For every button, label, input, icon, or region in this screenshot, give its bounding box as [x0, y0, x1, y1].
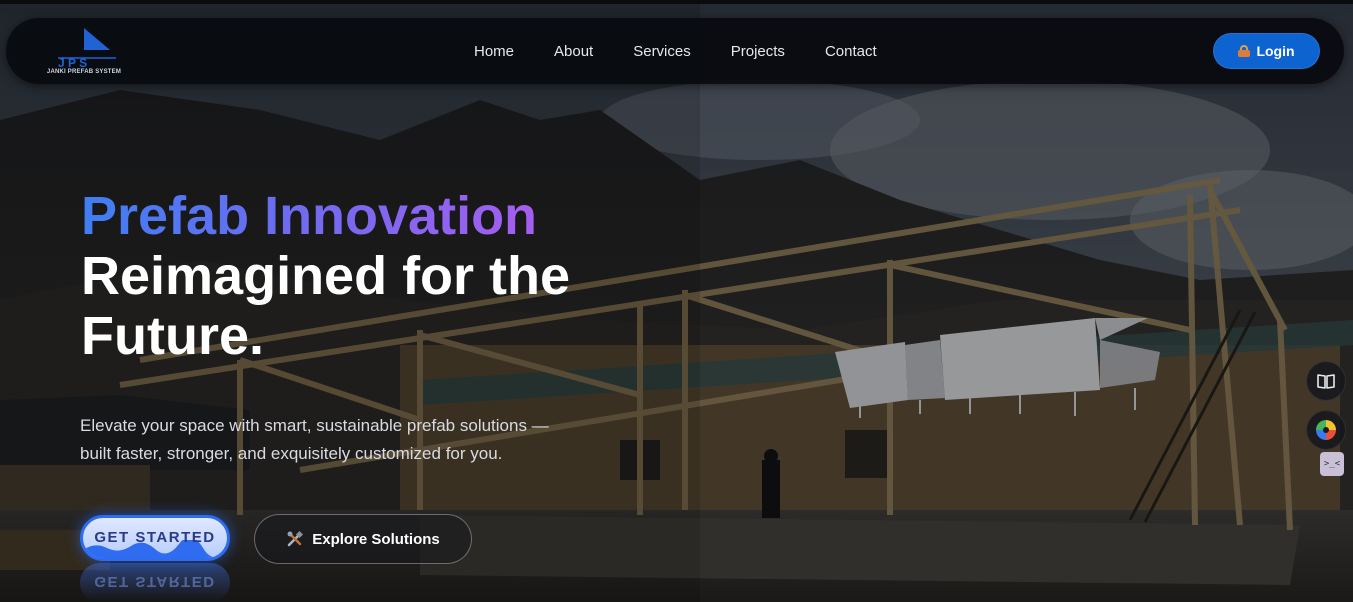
nav-services[interactable]: Services: [613, 43, 711, 60]
subtitle-line-2: built faster, stronger, and exquisitely …: [80, 444, 503, 463]
login-button[interactable]: Login: [1213, 33, 1320, 69]
headline-gradient-text: Prefab Innovation: [81, 186, 538, 246]
tools-icon: [287, 530, 304, 547]
explore-solutions-button[interactable]: Explore Solutions: [254, 514, 472, 564]
hero-subtitle: Elevate your space with smart, sustainab…: [80, 412, 600, 468]
book-icon: [1317, 374, 1335, 389]
headline-text: Reimagined for the Future.: [81, 246, 571, 366]
explore-solutions-label: Explore Solutions: [312, 530, 440, 548]
nav-projects[interactable]: Projects: [711, 43, 805, 60]
reflection-label: GET STARTED: [94, 573, 216, 590]
get-started-button[interactable]: GET STARTED: [80, 515, 230, 561]
get-started-label: GET STARTED: [94, 529, 216, 546]
logo-letters: J P S: [58, 56, 87, 68]
subtitle-line-1: Elevate your space with smart, sustainab…: [80, 416, 549, 435]
feedback-widget[interactable]: >_<: [1320, 452, 1344, 476]
nav-contact[interactable]: Contact: [805, 43, 897, 60]
book-button[interactable]: [1306, 361, 1346, 401]
top-edge: [0, 0, 1353, 4]
login-label: Login: [1256, 43, 1295, 59]
feedback-label: >_<: [1323, 459, 1341, 469]
logo-name: JANKI PREFAB SYSTEM: [46, 69, 122, 75]
get-started-reflection: GET STARTED: [80, 563, 230, 602]
nav-about[interactable]: About: [534, 43, 613, 60]
hero-headline: Prefab Innovation Reimagined for the Fut…: [81, 186, 701, 366]
logo[interactable]: J P S JANKI PREFAB SYSTEM: [44, 24, 124, 80]
nav-home[interactable]: Home: [454, 43, 534, 60]
navbar: J P S JANKI PREFAB SYSTEM Home About Ser…: [6, 18, 1344, 84]
lock-icon: [1238, 45, 1251, 57]
logo-mark-icon: J P S: [58, 28, 116, 70]
nav-links: Home About Services Projects Contact: [454, 18, 897, 84]
theme-button[interactable]: [1306, 410, 1346, 450]
color-wheel-icon: [1316, 420, 1336, 440]
